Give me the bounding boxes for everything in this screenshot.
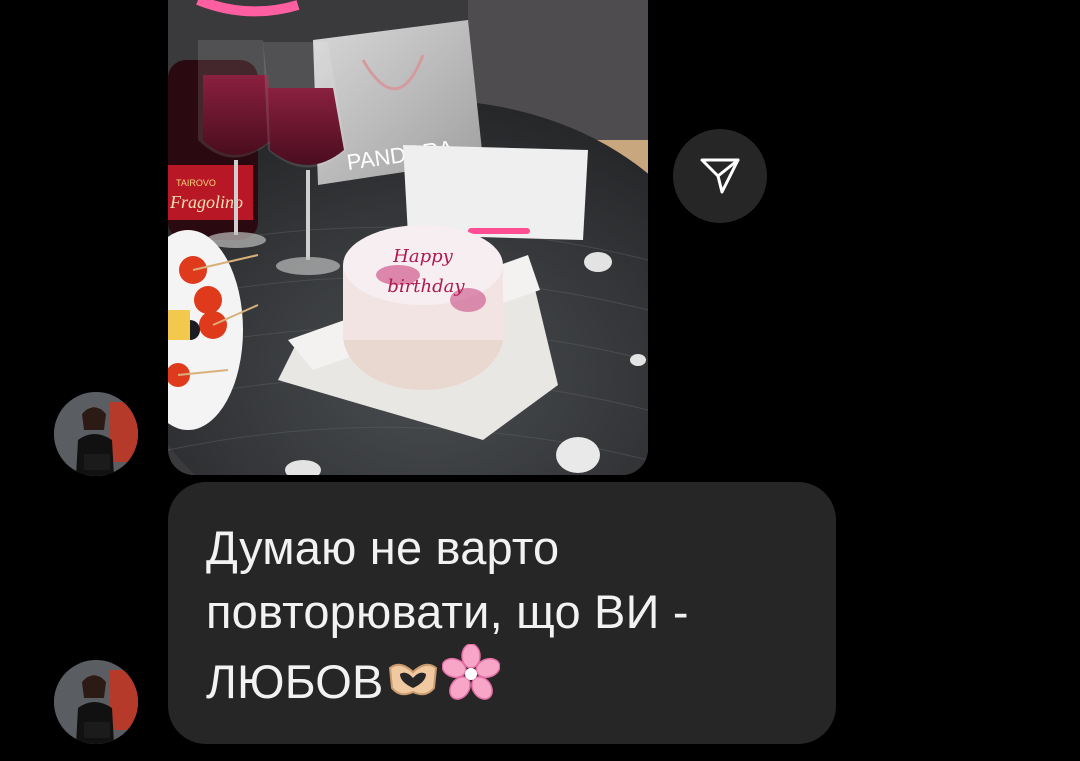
message-line-with-emoji: ЛЮБОВ	[206, 644, 798, 714]
share-button[interactable]	[673, 129, 767, 223]
message-line: ЛЮБОВ	[206, 655, 384, 708]
sender-avatar[interactable]	[54, 392, 138, 476]
message-bubble[interactable]: Думаю не варто повторювати, що ВИ - ЛЮБО…	[168, 482, 836, 744]
sender-avatar[interactable]	[54, 660, 138, 744]
cake-photo: PANDORA TAIROVO Fragolino Happy birthday	[168, 0, 648, 475]
photo-message[interactable]: PANDORA TAIROVO Fragolino Happy birthday	[168, 0, 648, 475]
cake-text-birthday: birthday	[387, 276, 465, 297]
user-avatar-icon	[54, 392, 138, 476]
message-text: Думаю не варто повторювати, що ВИ - ЛЮБО…	[206, 516, 798, 714]
bottle-brand: TAIROVO	[176, 178, 216, 188]
message-line: Думаю не варто	[206, 521, 560, 574]
chat-thread: PANDORA TAIROVO Fragolino Happy birthday…	[0, 0, 1080, 761]
paper-plane-icon	[700, 158, 740, 194]
message-line: повторювати, що ВИ -	[206, 585, 689, 638]
bottle-label: Fragolino	[169, 192, 243, 212]
heart-hands-icon	[388, 663, 437, 696]
cake-text-happy: Happy	[392, 246, 453, 267]
user-avatar-icon	[54, 660, 138, 744]
cherry-blossom-icon	[441, 644, 500, 700]
